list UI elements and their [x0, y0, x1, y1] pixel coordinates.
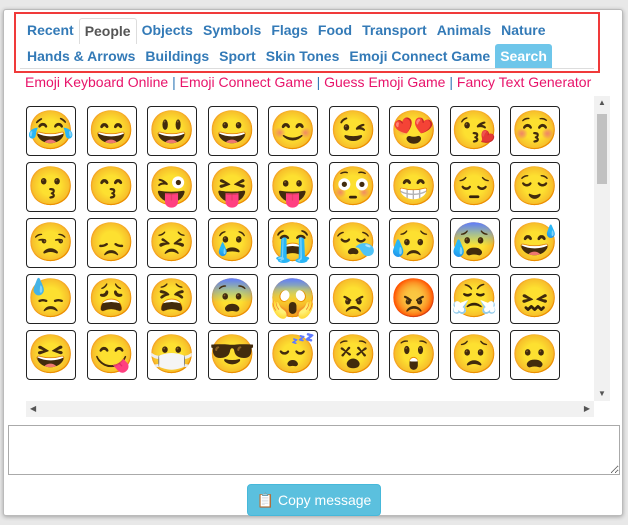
emoji-button[interactable]: 😫	[147, 274, 197, 324]
link-separator: |	[316, 74, 321, 90]
category-tabs: Recent People Objects Symbols Flags Food Trans…	[14, 12, 600, 73]
emoji-button[interactable]: 😳	[328, 162, 379, 212]
emoji-button[interactable]: 😲	[389, 330, 439, 380]
tab-nature[interactable]: Nature	[496, 18, 550, 43]
emoji-button[interactable]: 😪	[328, 218, 379, 268]
emoji-button[interactable]: 😟	[449, 330, 500, 380]
emoji-keyboard-popup: Recent People Objects Symbols Flags Food Trans…	[3, 9, 623, 516]
emoji-button[interactable]: 😞	[86, 218, 137, 268]
emoji-button[interactable]: 😒	[26, 218, 76, 268]
tab-skin-tones[interactable]: Skin Tones	[261, 44, 345, 69]
emoji-button[interactable]: 😥	[389, 218, 439, 268]
emoji-button[interactable]: 😵	[328, 330, 379, 380]
emoji-button[interactable]: 😡	[389, 274, 439, 324]
link-separator: |	[172, 74, 176, 90]
tab-search[interactable]: Search	[495, 44, 552, 69]
tab-flags[interactable]: Flags	[266, 18, 313, 43]
emoji-button[interactable]: 😍	[389, 106, 439, 156]
emoji-button[interactable]: 😅	[510, 218, 560, 268]
clipboard-icon: 📋	[256, 492, 275, 508]
tab-sport[interactable]: Sport	[214, 44, 261, 69]
link-separator: |	[449, 74, 453, 90]
scroll-thumb[interactable]	[597, 114, 607, 184]
links-bar: Emoji Keyboard Online | Emoji Connect Ga…	[25, 74, 591, 90]
emoji-button[interactable]: 😂	[26, 106, 76, 156]
link-emoji-keyboard-online[interactable]: Emoji Keyboard Online	[25, 74, 168, 90]
emoji-grid: 😂 😄 😃 😀 😊 😉 😍 😘 😚 😗 😙 😜 😝 😛 😳 😁 😔 😌 😒 😞 😣 😢 😭 😪 😥 😰 😅 😓 😩 😫 😨 😱 😠 😡 😤 😖 😆 😋 😷 😎…	[22, 96, 594, 386]
emoji-button[interactable]: 😨	[207, 274, 258, 324]
emoji-button[interactable]: 😢	[207, 218, 258, 268]
emoji-button[interactable]: 😚	[510, 106, 560, 156]
emoji-button[interactable]: 😛	[268, 162, 318, 212]
scroll-left-icon[interactable]: ◀	[30, 404, 36, 413]
vertical-scrollbar[interactable]: ▲ ▼	[594, 96, 610, 401]
emoji-button[interactable]: 😉	[328, 106, 379, 156]
emoji-button[interactable]: 😄	[86, 106, 137, 156]
tab-objects[interactable]: Objects	[137, 18, 198, 43]
link-guess-emoji-game[interactable]: Guess Emoji Game	[324, 74, 445, 90]
emoji-button[interactable]: 😜	[147, 162, 197, 212]
emoji-button[interactable]: 😦	[510, 330, 560, 380]
emoji-button[interactable]: 😃	[147, 106, 197, 156]
emoji-button[interactable]: 😘	[449, 106, 500, 156]
scroll-up-icon[interactable]: ▲	[598, 98, 606, 107]
emoji-button[interactable]: 😣	[147, 218, 197, 268]
emoji-button[interactable]: 😭	[268, 218, 318, 268]
tab-food[interactable]: Food	[313, 18, 357, 43]
emoji-button[interactable]: 😖	[510, 274, 560, 324]
copy-message-label: Copy message	[277, 492, 372, 508]
message-textarea[interactable]	[8, 425, 620, 475]
copy-message-button[interactable]: 📋 Copy message	[247, 484, 381, 516]
tab-symbols[interactable]: Symbols	[198, 18, 266, 43]
emoji-button[interactable]: 😤	[449, 274, 500, 324]
emoji-button[interactable]: 😁	[389, 162, 439, 212]
emoji-button[interactable]: 😊	[268, 106, 318, 156]
link-emoji-connect-game[interactable]: Emoji Connect Game	[180, 74, 313, 90]
emoji-button[interactable]: 😝	[207, 162, 258, 212]
emoji-button[interactable]: 😩	[86, 274, 137, 324]
horizontal-scrollbar[interactable]: ◀ ▶	[26, 401, 594, 417]
emoji-button[interactable]: 😙	[86, 162, 137, 212]
emoji-button[interactable]: 😀	[207, 106, 258, 156]
tab-recent[interactable]: Recent	[22, 18, 79, 43]
tab-animals[interactable]: Animals	[432, 18, 496, 43]
tab-transport[interactable]: Transport	[357, 18, 432, 43]
emoji-button[interactable]: 😌	[510, 162, 560, 212]
link-fancy-text-generator[interactable]: Fancy Text Generator	[457, 74, 591, 90]
emoji-button[interactable]: 😆	[26, 330, 76, 380]
tab-buildings[interactable]: Buildings	[140, 44, 214, 69]
tab-emoji-connect-game[interactable]: Emoji Connect Game	[344, 44, 495, 69]
emoji-button[interactable]: 😴	[268, 330, 318, 380]
tab-people[interactable]: People	[78, 18, 137, 44]
emoji-button[interactable]: 😓	[26, 274, 76, 324]
emoji-button[interactable]: 😰	[449, 218, 500, 268]
emoji-button[interactable]: 😱	[268, 274, 318, 324]
emoji-button[interactable]: 😷	[147, 330, 197, 380]
emoji-button[interactable]: 😔	[449, 162, 500, 212]
tab-divider	[20, 68, 594, 69]
tab-hands-arrows[interactable]: Hands & Arrows	[22, 44, 140, 69]
scroll-down-icon[interactable]: ▼	[598, 389, 606, 398]
emoji-button[interactable]: 😎	[207, 330, 258, 380]
emoji-button[interactable]: 😠	[328, 274, 379, 324]
emoji-button[interactable]: 😋	[86, 330, 137, 380]
scroll-right-icon[interactable]: ▶	[584, 404, 590, 413]
emoji-button[interactable]: 😗	[26, 162, 76, 212]
